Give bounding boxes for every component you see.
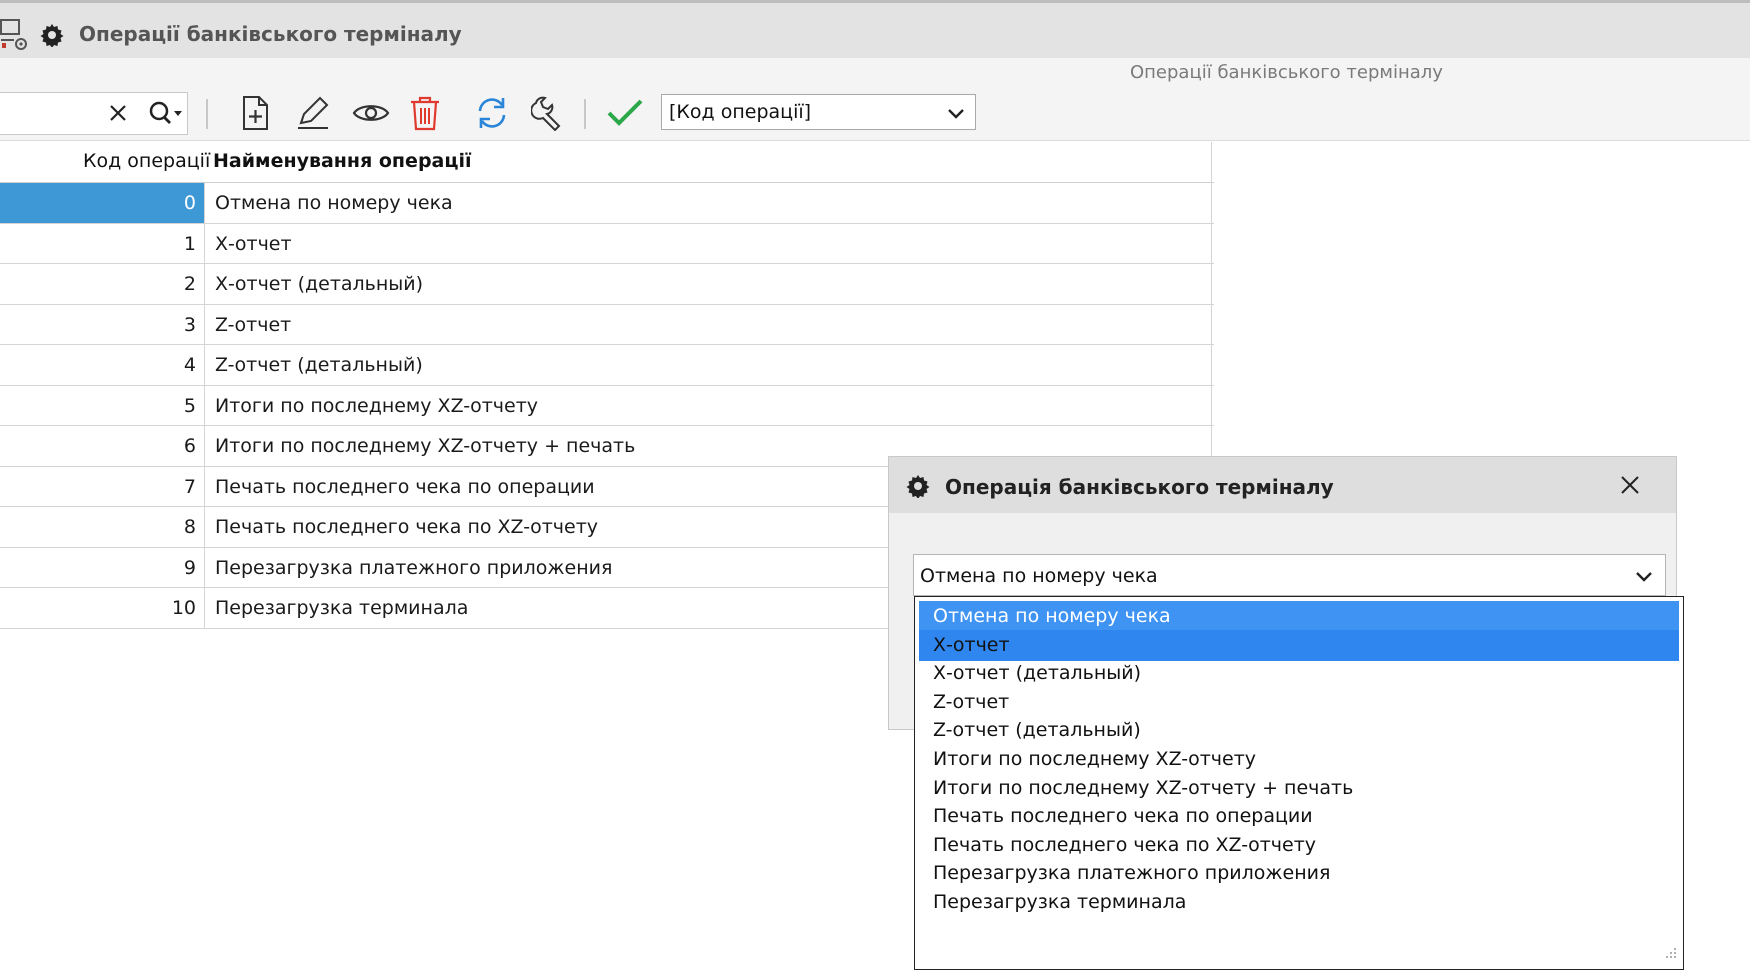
cell-code: 4 <box>0 345 205 385</box>
dropdown-option[interactable]: Х-отчет <box>919 629 1679 661</box>
view-eye-icon[interactable] <box>352 95 390 135</box>
cell-name: Отмена по номеру чека <box>215 192 453 214</box>
cell-name: Х-отчет <box>215 232 292 255</box>
cell-code: 5 <box>0 385 205 425</box>
toolbar-separator <box>206 99 208 129</box>
operation-select[interactable]: Отмена по номеру чека <box>913 554 1666 596</box>
cell-name: Печать последнего чека по XZ-отчету <box>215 516 599 538</box>
dialog-header: Операція банківського терміналу <box>889 457 1676 513</box>
add-record-icon[interactable] <box>241 95 271 135</box>
table-row[interactable]: 5 Итоги по последнему XZ-отчету <box>0 385 1214 426</box>
operation-dropdown-list: Отмена по номеру чека Х-отчет Х-отчет (дет… <box>914 596 1684 970</box>
cell-code: 9 <box>0 547 205 587</box>
resize-grip-icon[interactable] <box>1663 944 1677 963</box>
search-options-icon[interactable] <box>148 100 184 130</box>
dropdown-option[interactable]: Печать последнего чека по операции <box>919 801 1679 832</box>
cell-name: Z-отчет <box>215 313 292 336</box>
close-icon[interactable] <box>1619 474 1641 500</box>
dropdown-option[interactable]: Перезагрузка платежного приложения <box>919 858 1679 889</box>
cell-name: Печать последнего чека по операции <box>215 475 595 498</box>
edit-pencil-icon[interactable] <box>295 95 331 135</box>
dropdown-option[interactable]: Z-отчет (детальный) <box>919 715 1679 746</box>
page-subtitle: Операції банківського терміналу <box>1130 62 1443 83</box>
sort-field-select[interactable]: [Код операції] <box>661 94 976 130</box>
table-row[interactable]: 0 Отмена по номеру чека <box>0 183 1214 224</box>
cell-name: Перезагрузка терминала <box>215 597 469 619</box>
operation-select-value: Отмена по номеру чека <box>920 565 1158 587</box>
settings-wrench-icon[interactable] <box>530 95 567 135</box>
column-header-name[interactable]: Найменування операції <box>213 150 471 172</box>
clear-search-icon[interactable] <box>108 103 128 127</box>
delete-trash-icon[interactable] <box>409 95 441 135</box>
column-header-code[interactable]: Код операції <box>83 150 210 172</box>
cell-code: 3 <box>0 304 205 344</box>
app-terminal-icon <box>0 18 30 56</box>
cell-name: Итоги по последнему XZ-отчету + печать <box>215 435 636 457</box>
dropdown-option[interactable]: Z-отчет <box>919 687 1679 718</box>
table-header: Код операції Найменування операції <box>0 142 1214 183</box>
gear-icon <box>40 23 64 51</box>
dropdown-option[interactable]: Отмена по номеру чека <box>919 601 1679 632</box>
cell-code: 8 <box>0 507 205 547</box>
table-row[interactable]: 3 Z-отчет <box>0 304 1214 345</box>
cell-name: Х-отчет (детальный) <box>215 273 424 295</box>
sort-field-value: [Код операції] <box>669 101 812 123</box>
table-row[interactable]: 1 Х-отчет <box>0 223 1214 264</box>
cell-name: Перезагрузка платежного приложения <box>215 556 613 579</box>
apply-check-icon[interactable] <box>606 97 644 133</box>
title-bar: Операції банківського терміналу <box>0 3 1750 59</box>
dialog-title: Операція банківського терміналу <box>945 475 1334 499</box>
chevron-down-icon <box>947 106 965 125</box>
cell-code: 7 <box>0 466 205 506</box>
table-row[interactable]: 4 Z-отчет (детальный) <box>0 345 1214 386</box>
dropdown-option[interactable]: Итоги по последнему XZ-отчету <box>919 744 1679 775</box>
cell-name: Z-отчет (детальный) <box>215 354 423 376</box>
dropdown-option[interactable]: Х-отчет (детальный) <box>919 658 1679 689</box>
window-title: Операції банківського терміналу <box>79 22 462 46</box>
cell-code: 10 <box>0 588 205 628</box>
dropdown-option[interactable]: Печать последнего чека по XZ-отчету <box>919 830 1679 861</box>
cell-code: 0 <box>0 183 205 223</box>
gear-icon <box>906 474 930 502</box>
chevron-down-icon <box>1635 569 1653 588</box>
cell-code: 2 <box>0 264 205 304</box>
cell-name: Итоги по последнему XZ-отчету <box>215 394 539 417</box>
refresh-icon[interactable] <box>474 95 510 135</box>
cell-code: 1 <box>0 223 205 263</box>
table-row[interactable]: 2 Х-отчет (детальный) <box>0 264 1214 305</box>
toolbar-separator <box>584 99 586 129</box>
cell-code: 6 <box>0 426 205 466</box>
dropdown-option[interactable]: Перезагрузка терминала <box>919 887 1679 918</box>
dropdown-option[interactable]: Итоги по последнему XZ-отчету + печать <box>919 773 1679 804</box>
